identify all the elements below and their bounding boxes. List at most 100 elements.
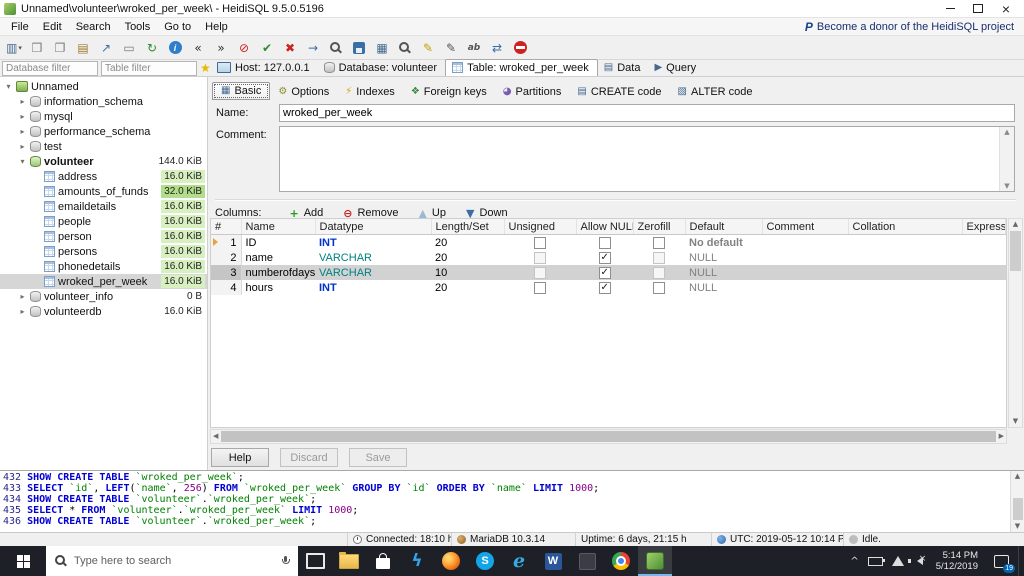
scroll-down-icon[interactable]: ▼ <box>1015 522 1020 531</box>
checkbox[interactable] <box>653 236 665 249</box>
skype-icon[interactable]: S <box>468 546 502 576</box>
subtab-indexes[interactable]: ⚡ Indexes <box>337 84 403 100</box>
tree-item-amounts-of-funds[interactable]: amounts_of_funds 32.0 KiB <box>0 184 207 199</box>
column-header-expression[interactable]: Expression <box>962 219 1006 235</box>
subtab-partitions[interactable]: ◕ Partitions <box>495 84 570 100</box>
collation-cell[interactable] <box>848 280 962 295</box>
comment-scrollbar[interactable]: ▲ ▼ <box>999 127 1014 191</box>
tree-item-performance-schema[interactable]: ▸ performance_schema <box>0 124 207 139</box>
checkbox[interactable] <box>534 236 546 249</box>
task-view-icon[interactable] <box>298 546 332 576</box>
subtab-basic[interactable]: ▦ Basic <box>212 82 271 100</box>
column-header-default[interactable]: Default <box>685 219 763 235</box>
grid-view-icon[interactable]: ▦ <box>371 38 393 58</box>
column-header-datatype[interactable]: Datatype <box>315 219 432 235</box>
follow-foreign-key-icon[interactable]: → <box>302 38 324 58</box>
scroll-right-icon[interactable]: ▶ <box>999 432 1004 441</box>
checkbox[interactable] <box>598 281 611 294</box>
default-cell[interactable]: NULL <box>685 280 762 295</box>
checkbox[interactable] <box>534 251 546 264</box>
default-cell[interactable]: No default <box>685 235 762 251</box>
collation-cell[interactable] <box>848 265 962 280</box>
refresh-icon[interactable]: ↻ <box>141 38 163 58</box>
scroll-up-icon[interactable]: ▲ <box>1015 472 1020 481</box>
menu-go-to[interactable]: Go to <box>157 20 198 34</box>
tab-database-volunteer[interactable]: Database: volunteer <box>318 60 445 76</box>
scrollbar-thumb[interactable] <box>1010 231 1021 271</box>
subtab-foreign-keys[interactable]: ❖ Foreign keys <box>403 84 495 100</box>
tree-item-persons[interactable]: persons 16.0 KiB <box>0 244 207 259</box>
tree-item-phonedetails[interactable]: phonedetails 16.0 KiB <box>0 259 207 274</box>
tree-item-volunteer[interactable]: ▾ volunteer 144.0 KiB <box>0 154 207 169</box>
length-cell[interactable]: 20 <box>431 235 504 251</box>
revert-changes-icon[interactable]: ✖ <box>279 38 301 58</box>
tree-item-person[interactable]: person 16.0 KiB <box>0 229 207 244</box>
copy-icon[interactable]: ❐ <box>49 38 71 58</box>
expression-cell[interactable] <box>962 280 1006 295</box>
tab-data[interactable]: ▤ Data <box>598 60 649 76</box>
find-text-icon[interactable] <box>394 38 416 58</box>
chrome-icon[interactable] <box>604 546 638 576</box>
column-name-cell[interactable]: hours <box>241 280 315 295</box>
firefox-icon[interactable] <box>434 546 468 576</box>
datatype-cell[interactable]: VARCHAR <box>315 250 431 265</box>
column-header-collation[interactable]: Collation <box>848 219 963 235</box>
print-icon[interactable]: ▭ <box>118 38 140 58</box>
cancel-operation-icon[interactable]: ⊘ <box>233 38 255 58</box>
scroll-up-icon[interactable]: ▲ <box>1013 220 1018 229</box>
expression-cell[interactable] <box>962 265 1006 280</box>
column-header-allow-null[interactable]: Allow NULL <box>576 219 634 235</box>
expander-icon[interactable]: ▸ <box>18 307 27 316</box>
expression-cell[interactable] <box>962 250 1006 265</box>
column-row-hours[interactable]: 4hoursINT20 NULL <box>211 280 1006 295</box>
checkbox[interactable] <box>534 281 546 294</box>
tree-item-unnamed[interactable]: ▾ Unnamed <box>0 79 207 94</box>
start-button[interactable] <box>0 546 46 576</box>
table-name-input[interactable] <box>279 104 1015 122</box>
datatype-cell[interactable]: INT <box>315 280 431 295</box>
save-icon[interactable] <box>348 38 370 58</box>
edit-icon[interactable]: ✎ <box>440 38 462 58</box>
menu-search[interactable]: Search <box>69 20 118 34</box>
length-cell[interactable]: 10 <box>431 265 504 280</box>
tree-item-volunteerdb[interactable]: ▸ volunteerdb 16.0 KiB <box>0 304 207 319</box>
database-filter-input[interactable] <box>2 60 98 76</box>
highlighter-icon[interactable]: ✎ <box>417 38 439 58</box>
grid-vertical-scrollbar[interactable]: ▲ ▼ <box>1008 218 1023 428</box>
show-desktop-button[interactable] <box>1018 546 1024 576</box>
grid-horizontal-scrollbar[interactable]: ◀ ▶ <box>210 429 1007 444</box>
comment-cell[interactable] <box>762 265 848 280</box>
scrollbar-thumb[interactable] <box>1012 498 1023 520</box>
export-icon[interactable]: ↗ <box>95 38 117 58</box>
scroll-down-icon[interactable]: ▼ <box>1013 417 1018 426</box>
default-cell[interactable]: NULL <box>685 250 762 265</box>
tree-item-address[interactable]: address 16.0 KiB <box>0 169 207 184</box>
menu-tools[interactable]: Tools <box>118 20 158 34</box>
column-name-cell[interactable]: name <box>241 250 315 265</box>
new-window-icon[interactable]: ❒ <box>26 38 48 58</box>
comment-cell[interactable] <box>762 235 848 251</box>
datatype-cell[interactable]: VARCHAR <box>315 265 431 280</box>
comment-textarea[interactable]: ▲ ▼ <box>279 126 1015 192</box>
maximize-button[interactable] <box>964 0 992 17</box>
action-center-icon[interactable]: 19 <box>985 546 1018 576</box>
expander-icon[interactable]: ▸ <box>18 127 27 136</box>
column-row-name[interactable]: 2nameVARCHAR20 NULL <box>211 250 1006 265</box>
expander-icon[interactable]: ▸ <box>18 292 27 301</box>
expression-cell[interactable] <box>962 235 1006 251</box>
search-icon[interactable] <box>325 38 347 58</box>
subtab-options[interactable]: ⚙ Options <box>270 84 337 100</box>
menu-file[interactable]: File <box>4 20 36 34</box>
log-scrollbar[interactable]: ▲ ▼ <box>1010 471 1024 532</box>
subtab-create-code[interactable]: ▤ CREATE code <box>569 84 669 100</box>
taskbar-clock[interactable]: 5:14 PM 5/12/2019 <box>929 546 985 576</box>
stop-icon[interactable] <box>509 38 531 58</box>
column-header-length-set[interactable]: Length/Set <box>431 219 505 235</box>
donor-link[interactable]: P Become a donor of the HeidiSQL project <box>805 20 1020 34</box>
paste-icon[interactable]: ▤ <box>72 38 94 58</box>
checkbox[interactable] <box>598 266 611 279</box>
tab-query[interactable]: ▶ Query <box>648 60 704 76</box>
table-filter-input[interactable] <box>101 60 197 76</box>
tree-item-test[interactable]: ▸ test <box>0 139 207 154</box>
scroll-left-icon[interactable]: ◀ <box>213 432 218 441</box>
